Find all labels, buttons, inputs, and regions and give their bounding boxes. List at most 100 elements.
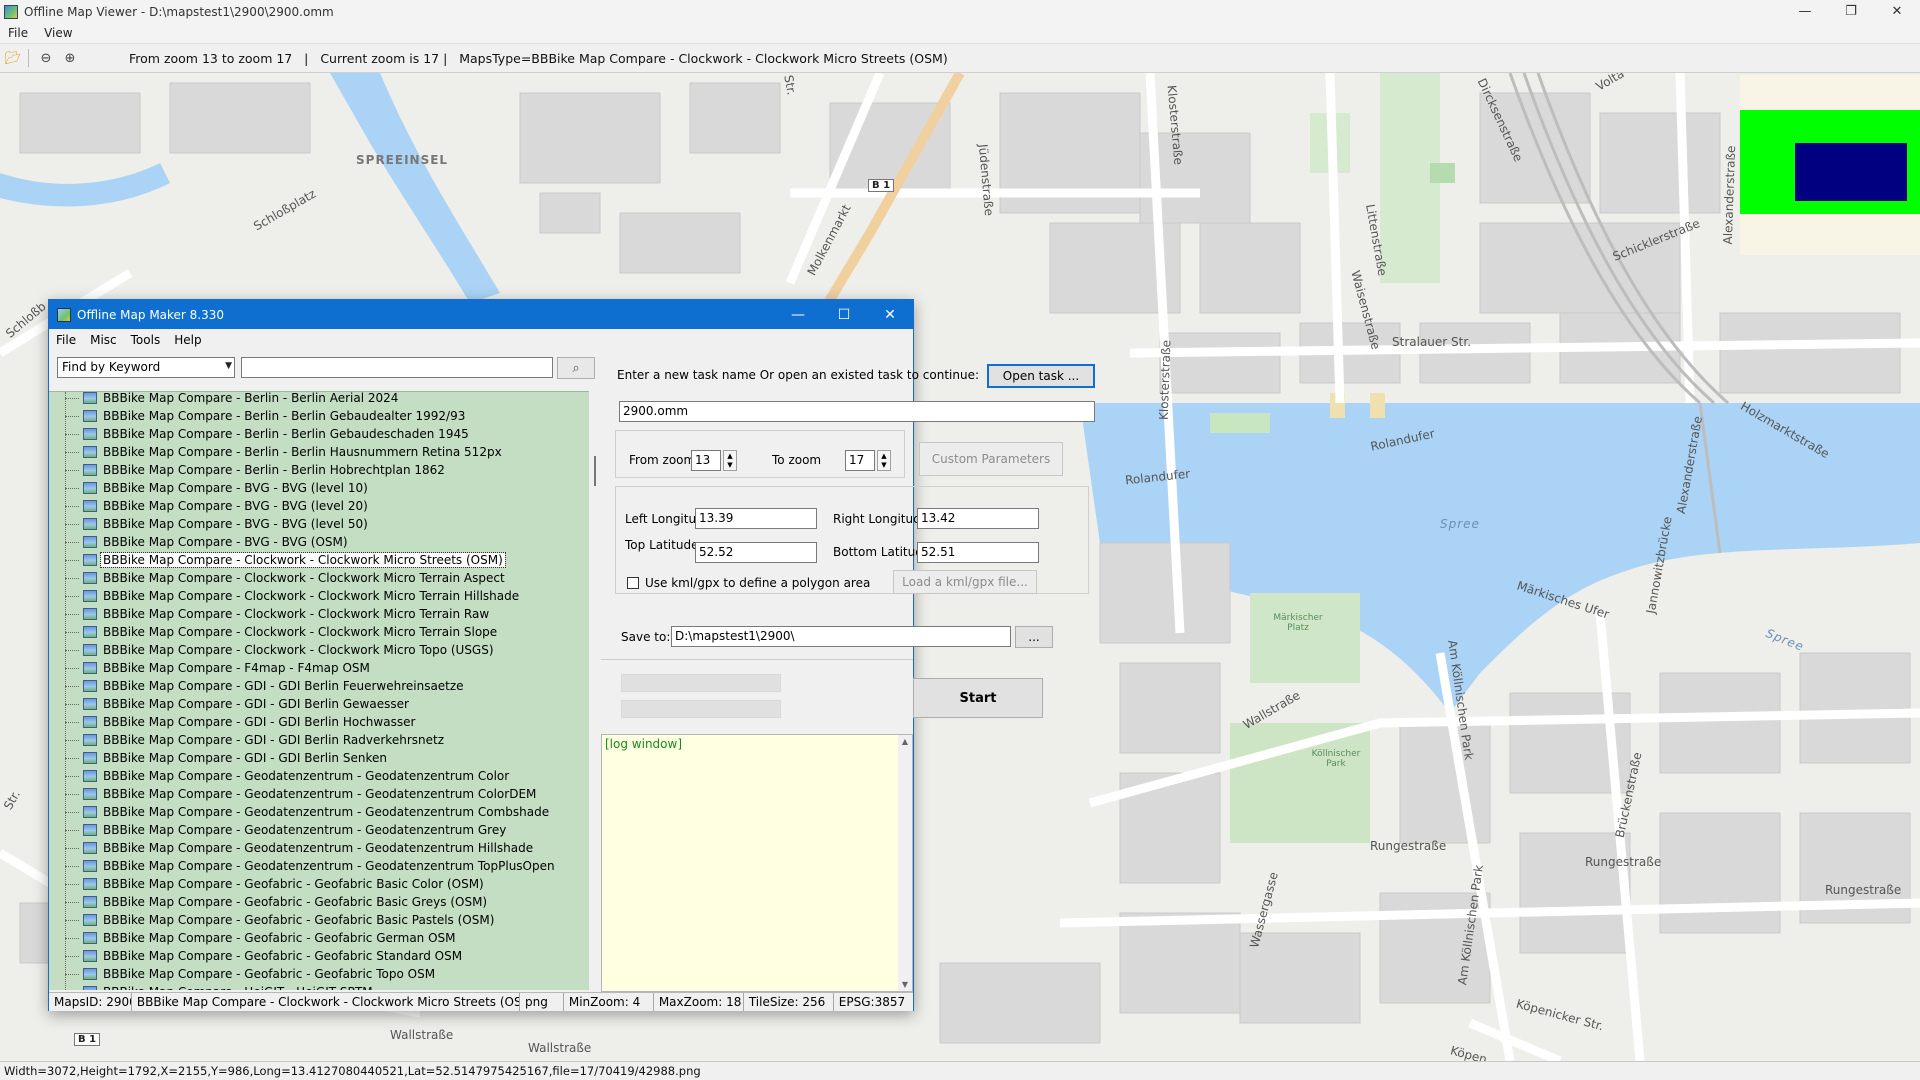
tree-item[interactable]: BBBike Map Compare - Geodatenzentrum - G… [65, 839, 535, 857]
top-latitude-input[interactable]: 52.52 [695, 542, 817, 563]
tree-item[interactable]: BBBike Map Compare - Geofabric - Geofabr… [65, 965, 437, 983]
left-longitude-input[interactable]: 13.39 [695, 508, 817, 529]
menu-file[interactable]: File [0, 26, 36, 40]
map-label-klosterstr2: Klosterstraße [1156, 339, 1174, 421]
dialog-maximize-icon[interactable]: ☐ [821, 300, 867, 329]
dialog-minimize-icon[interactable]: — [775, 300, 821, 329]
tree-item[interactable]: BBBike Map Compare - Berlin - Berlin Geb… [65, 425, 471, 443]
tree-item[interactable]: BBBike Map Compare - F4map - F4map OSM [65, 659, 372, 677]
tree-item[interactable]: BBBike Map Compare - BVG - BVG (level 10… [65, 479, 370, 497]
tree-item[interactable]: BBBike Map Compare - Clockwork - Clockwo… [65, 569, 507, 587]
log-window[interactable]: [log window] ▲ ▼ [601, 734, 913, 992]
tree-item-label: BBBike Map Compare - Geofabric - Geofabr… [103, 877, 484, 891]
tree-item[interactable]: BBBike Map Compare - Geofabric - Geofabr… [65, 947, 464, 965]
menu-view[interactable]: View [36, 26, 80, 40]
map-type-tree[interactable]: BBBike Map Compare - Berlin - Berlin Aer… [49, 391, 589, 990]
tree-item[interactable]: BBBike Map Compare - HeiGIT - HeiGIT SRT… [83, 983, 375, 990]
minimize-icon[interactable]: — [1782, 0, 1828, 22]
spin-up-icon[interactable]: ▲ [727, 452, 732, 460]
dialog-menu-file[interactable]: File [49, 333, 83, 347]
dialog-menu-tools[interactable]: Tools [124, 333, 168, 347]
log-scrollbar[interactable]: ▲ ▼ [898, 735, 912, 991]
tree-item[interactable]: BBBike Map Compare - BVG - BVG (OSM) [65, 533, 350, 551]
open-folder-icon[interactable]: 📂︎ [2, 47, 24, 69]
tree-item[interactable]: BBBike Map Compare - Geofabric - Geofabr… [65, 893, 489, 911]
spin-down-icon[interactable]: ▼ [727, 461, 732, 469]
scroll-up-icon[interactable]: ▲ [902, 737, 908, 746]
tree-item[interactable]: BBBike Map Compare - Geodatenzentrum - G… [65, 767, 511, 785]
status-min-zoom: MinZoom: 4 [564, 993, 654, 1011]
from-zoom-spinner[interactable]: ▲ ▼ [723, 450, 737, 471]
kml-checkbox-label: Use kml/gpx to define a polygon area [645, 576, 871, 590]
dialog-close-icon[interactable]: ✕ [867, 300, 913, 329]
app-map-icon [4, 5, 18, 19]
open-task-button[interactable]: Open task ... [987, 364, 1095, 388]
spin-up-icon[interactable]: ▲ [881, 452, 886, 460]
tree-item[interactable]: BBBike Map Compare - Geodatenzentrum - G… [65, 803, 551, 821]
tree-connector [65, 883, 79, 885]
map-layer-icon [83, 950, 97, 962]
spin-down-icon[interactable]: ▼ [881, 461, 886, 469]
right-longitude-input[interactable]: 13.42 [917, 508, 1039, 529]
restore-icon[interactable]: ❐ [1828, 0, 1874, 22]
tree-item[interactable]: BBBike Map Compare - GDI - GDI Berlin Fe… [65, 677, 466, 695]
tree-item[interactable]: BBBike Map Compare - GDI - GDI Berlin Ge… [65, 695, 411, 713]
tree-item[interactable]: BBBike Map Compare - Berlin - Berlin Geb… [65, 407, 467, 425]
road-badge-b1-2: B 1 [74, 1033, 101, 1046]
dialog-menu-help[interactable]: Help [167, 333, 208, 347]
start-button[interactable]: Start [913, 678, 1043, 718]
tree-scrollbar-thumb[interactable] [594, 456, 596, 486]
tree-item[interactable]: BBBike Map Compare - Geofabric - Geofabr… [65, 875, 486, 893]
zoom-in-icon[interactable]: ⊕ [59, 47, 81, 69]
to-zoom-input[interactable]: 17 [845, 450, 875, 471]
tree-item-label: BBBike Map Compare - HeiGIT - HeiGIT SRT… [101, 985, 375, 990]
kml-checkbox[interactable] [627, 577, 639, 589]
tree-item[interactable]: BBBike Map Compare - Berlin - Berlin Hau… [65, 443, 504, 461]
search-mode-select[interactable]: Find by Keyword ▼ [57, 357, 235, 378]
save-to-input[interactable]: D:\mapstest1\2900\ [671, 626, 1011, 647]
task-name-input[interactable]: 2900.omm [619, 401, 1095, 422]
tree-item[interactable]: BBBike Map Compare - Clockwork - Clockwo… [65, 551, 506, 569]
tree-item[interactable]: BBBike Map Compare - Geodatenzentrum - G… [65, 785, 538, 803]
tree-item-label: BBBike Map Compare - GDI - GDI Berlin Ho… [103, 715, 416, 729]
from-zoom-input[interactable]: 13 [691, 450, 721, 471]
tree-item[interactable]: BBBike Map Compare - Clockwork - Clockwo… [65, 587, 521, 605]
tree-item[interactable]: BBBike Map Compare - Berlin - Berlin Hob… [65, 461, 447, 479]
tree-item[interactable]: BBBike Map Compare - Geofabric - Geofabr… [65, 911, 496, 929]
tree-item-label: BBBike Map Compare - Berlin - Berlin Geb… [103, 427, 469, 441]
search-button[interactable]: ⌕ [557, 357, 595, 379]
tree-item[interactable]: BBBike Map Compare - Berlin - Berlin Aer… [65, 392, 400, 407]
dialog-menu-misc[interactable]: Misc [83, 333, 124, 347]
load-kml-button[interactable]: Load a kml/gpx file... [893, 570, 1037, 594]
toolbar-separator [28, 49, 29, 67]
custom-parameters-button[interactable]: Custom Parameters [919, 442, 1063, 476]
tree-item[interactable]: BBBike Map Compare - Clockwork - Clockwo… [65, 605, 491, 623]
map-label-maerkischer-platz: Märkischer Platz [1273, 613, 1323, 633]
tree-item[interactable]: BBBike Map Compare - GDI - GDI Berlin Ra… [65, 731, 446, 749]
zoom-out-icon[interactable]: ⊖ [35, 47, 57, 69]
map-layer-icon [83, 824, 97, 836]
search-input[interactable] [241, 357, 553, 378]
tree-item[interactable]: BBBike Map Compare - Clockwork - Clockwo… [65, 623, 499, 641]
to-zoom-spinner[interactable]: ▲ ▼ [877, 450, 891, 471]
tree-connector [65, 757, 79, 759]
map-overview-minimap[interactable] [1740, 75, 1920, 255]
scroll-down-icon[interactable]: ▼ [902, 980, 908, 989]
tree-item[interactable]: BBBike Map Compare - Geodatenzentrum - G… [65, 857, 557, 875]
tree-item[interactable]: BBBike Map Compare - GDI - GDI Berlin Ho… [65, 713, 417, 731]
to-zoom-label: To zoom [772, 453, 822, 467]
map-layer-icon [83, 788, 97, 800]
close-icon[interactable]: ✕ [1874, 0, 1920, 22]
tree-item[interactable]: BBBike Map Compare - Clockwork - Clockwo… [65, 641, 496, 659]
tree-item[interactable]: BBBike Map Compare - GDI - GDI Berlin Se… [65, 749, 389, 767]
progress-bar-2 [621, 700, 781, 718]
tree-item[interactable]: BBBike Map Compare - BVG - BVG (level 20… [65, 497, 370, 515]
tree-item[interactable]: BBBike Map Compare - Geodatenzentrum - G… [65, 821, 508, 839]
browse-folder-button[interactable]: ... [1015, 626, 1053, 648]
bottom-latitude-input[interactable]: 52.51 [917, 542, 1039, 563]
map-layer-icon [83, 896, 97, 908]
tree-item[interactable]: BBBike Map Compare - Geofabric - Geofabr… [65, 929, 458, 947]
tree-item[interactable]: BBBike Map Compare - BVG - BVG (level 50… [65, 515, 370, 533]
tree-item-label: BBBike Map Compare - Geodatenzentrum - G… [103, 859, 555, 873]
search-icon: ⌕ [572, 360, 580, 376]
